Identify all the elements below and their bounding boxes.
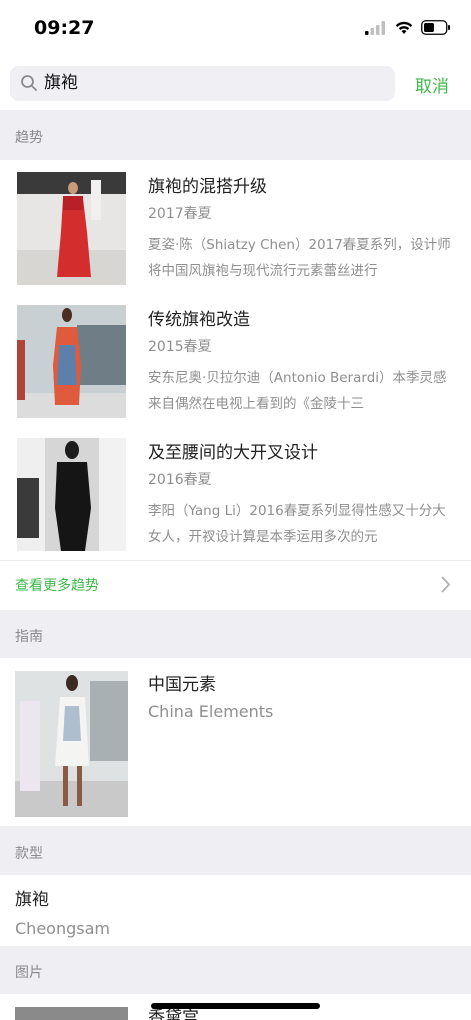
section-title: 指南	[15, 629, 43, 645]
trend-season: 2016春夏	[148, 472, 212, 488]
section-title: 图片	[15, 965, 43, 981]
section-header-images: 图片	[0, 946, 471, 994]
see-more-trends-link[interactable]: 查看更多趋势	[15, 575, 99, 595]
trend-description: 安东尼奥·贝拉尔迪（Antonio Berardi）本季灵感来自偶然在电视上看到…	[148, 370, 447, 412]
section-title: 款型	[15, 846, 43, 862]
trend-item[interactable]: 旗袍的混搭升级 2017春夏 夏姿·陈（Shiatzy Chen）2017春夏系…	[0, 160, 471, 293]
trend-description: 李阳（Yang Li）2016春夏系列显得性感又十分大女人，开衩设计算是本季运用…	[148, 503, 446, 545]
guide-title: 中国元素	[148, 675, 216, 695]
status-time: 09:27	[34, 17, 95, 39]
trend-season: 2017春夏	[148, 206, 212, 222]
style-item[interactable]: 旗袍 Cheongsam	[0, 875, 471, 946]
trend-season: 2015春夏	[148, 339, 212, 355]
style-title: 旗袍	[15, 890, 49, 910]
search-icon	[21, 75, 37, 91]
guide-item[interactable]: 中国元素 China Elements	[0, 658, 471, 826]
search-bar: 取消	[0, 58, 471, 110]
trend-thumbnail	[17, 172, 126, 285]
wifi-icon	[395, 21, 413, 34]
cancel-button[interactable]: 取消	[415, 72, 449, 97]
battery-icon	[421, 20, 450, 35]
guide-thumbnail	[15, 671, 128, 817]
trend-description: 夏姿·陈（Shiatzy Chen）2017春夏系列，设计师将中国风旗袍与现代流…	[148, 237, 451, 279]
guide-subtitle: China Elements	[148, 702, 274, 721]
trend-item[interactable]: 及至腰间的大开叉设计 2016春夏 李阳（Yang Li）2016春夏系列显得性…	[0, 426, 471, 559]
see-more-trends-row[interactable]: 查看更多趋势	[0, 560, 471, 611]
search-input[interactable]	[44, 66, 384, 101]
trend-title: 传统旗袍改造	[148, 310, 250, 330]
status-bar: 09:27	[0, 0, 471, 58]
chevron-right-icon	[441, 576, 450, 593]
trend-title: 旗袍的混搭升级	[148, 177, 267, 197]
style-subtitle: Cheongsam	[15, 919, 110, 938]
section-header-style: 款型	[0, 826, 471, 875]
status-icons	[365, 20, 451, 35]
cellular-signal-icon	[365, 20, 385, 35]
trend-thumbnail	[17, 438, 126, 551]
trend-thumbnail	[17, 305, 126, 418]
trend-item[interactable]: 传统旗袍改造 2015春夏 安东尼奥·贝拉尔迪（Antonio Berardi）…	[0, 293, 471, 426]
search-field[interactable]	[10, 66, 395, 101]
image-thumbnail	[15, 1007, 128, 1020]
home-indicator[interactable]	[151, 1003, 320, 1009]
section-header-guide: 指南	[0, 610, 471, 658]
section-title: 趋势	[15, 130, 43, 146]
trend-title: 及至腰间的大开叉设计	[148, 443, 318, 463]
section-header-trends: 趋势	[0, 110, 471, 160]
